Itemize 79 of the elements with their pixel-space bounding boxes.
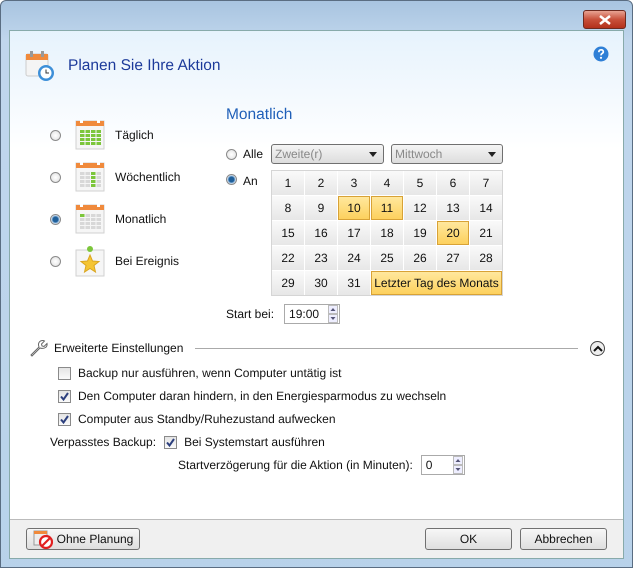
checkbox-label[interactable]: Den Computer daran hindern, in den Energiesparmodus zu wechseln [78,389,446,403]
close-icon [598,14,612,24]
radio-button[interactable] [50,130,61,140]
radio-button[interactable] [226,174,237,185]
day-cell[interactable]: 10 [338,196,370,220]
day-cell[interactable]: 12 [404,196,436,220]
no-schedule-button[interactable]: Ohne Planung [26,528,140,550]
delay-label: Startverzögerung für die Aktion (in Minuten): [178,458,413,472]
day-cell[interactable]: 4 [371,171,403,195]
radio-button[interactable] [226,148,237,160]
day-cell[interactable]: 6 [437,171,469,195]
checkbox[interactable] [58,412,71,426]
day-cell[interactable]: 27 [437,246,469,270]
calendar-clock-icon [24,50,56,82]
checkbox-label[interactable]: Backup nur ausführen, wenn Computer untätig ist [78,366,342,380]
day-cell[interactable]: 2 [305,171,337,195]
day-cell[interactable]: 15 [272,221,304,245]
radio-button[interactable] [50,172,61,182]
day-cell[interactable]: 20 [437,221,469,245]
dropdown-arrow-icon [369,152,377,156]
section-title: Erweiterte Einstellungen [54,341,184,355]
delay-field[interactable]: 0 [420,455,465,475]
day-cell[interactable]: 19 [404,221,436,245]
day-cell[interactable]: 26 [404,246,436,270]
wrench-icon [28,338,48,358]
day-cell[interactable]: 28 [470,246,502,270]
radio-label[interactable]: Alle [243,147,271,161]
start-label: Start bei: [226,307,274,321]
day-cell[interactable]: 5 [404,171,436,195]
section-title: Monatlich [226,106,294,125]
calendar-icon [75,203,107,235]
day-cell[interactable]: 14 [470,196,502,220]
day-cell[interactable]: 30 [305,271,337,295]
day-cell[interactable]: 25 [371,246,403,270]
day-cell[interactable]: 23 [305,246,337,270]
day-cell[interactable]: 13 [437,196,469,220]
day-cell[interactable]: 22 [272,246,304,270]
calendar-forbidden-icon [32,529,53,549]
ok-button[interactable]: OK [425,528,512,550]
close-button[interactable] [583,10,626,29]
checkbox[interactable] [164,436,178,448]
day-cell[interactable]: 7 [470,171,502,195]
spinner-arrows-icon[interactable] [452,456,463,474]
checkbox[interactable] [58,390,71,402]
missed-backup-label: Verpasstes Backup: [50,435,156,449]
calendar-icon [75,119,107,151]
day-cell[interactable]: 16 [305,221,337,245]
collapse-button[interactable] [590,340,605,356]
day-cell[interactable]: 3 [338,171,370,195]
dialog-title: Planen Sie Ihre Aktion [68,57,222,75]
day-cell[interactable]: 8 [272,196,304,220]
day-cell[interactable]: 18 [371,221,403,245]
radio-button[interactable] [50,214,61,224]
schedule-option-label[interactable]: Wöchentlich [115,170,180,184]
radio-button[interactable] [50,256,61,266]
schedule-option-label[interactable]: Monatlich [115,212,166,226]
schedule-option-label[interactable]: Bei Ereignis [115,254,180,268]
dropdown-arrow-icon [488,152,496,156]
day-cell[interactable]: 31 [338,271,370,295]
time-field[interactable]: 19:00 [284,304,340,324]
calendar-icon [75,161,107,193]
day-cell[interactable]: 21 [470,221,502,245]
checkbox-label[interactable]: Computer aus Standby/Ruhezustand aufwecken [78,412,336,426]
cancel-button[interactable]: Abbrechen [520,528,607,550]
radio-label[interactable]: An [243,174,271,188]
day-cell[interactable]: 24 [338,246,370,270]
last-day-cell[interactable]: Letzter Tag des Monats [371,271,502,295]
checkbox[interactable] [58,366,71,380]
day-cell[interactable]: 11 [371,196,403,220]
help-icon[interactable] [593,46,609,62]
day-cell[interactable]: 9 [305,196,337,220]
spinner-arrows-icon[interactable] [328,305,338,323]
day-cell[interactable]: 29 [272,271,304,295]
checkbox-label[interactable]: Bei Systemstart ausführen [184,435,325,449]
star-note-icon [75,245,107,277]
day-cell[interactable]: 17 [338,221,370,245]
chevron-icon [592,344,602,352]
schedule-option-label[interactable]: Täglich [115,128,154,142]
day-cell[interactable]: 1 [272,171,304,195]
